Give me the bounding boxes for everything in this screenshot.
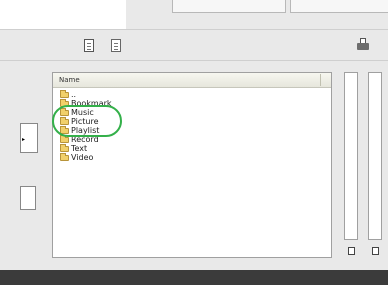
left-tab-2[interactable] bbox=[20, 186, 36, 210]
small-document-icon-shape bbox=[347, 247, 355, 255]
left-tab-1[interactable]: ▸ bbox=[20, 123, 38, 153]
folder-icon bbox=[60, 89, 69, 98]
document-icon[interactable] bbox=[82, 37, 96, 53]
printer-body bbox=[357, 43, 369, 50]
document-copy-icon-shape bbox=[111, 38, 121, 52]
right-column-2[interactable] bbox=[368, 72, 382, 240]
printer-icon[interactable] bbox=[356, 37, 370, 51]
file-list[interactable]: Name .. Bookmark Music Picture Playlist … bbox=[52, 72, 332, 258]
divider-top bbox=[0, 29, 388, 30]
list-item[interactable]: Video bbox=[60, 152, 331, 162]
printer-icon-shape bbox=[356, 37, 370, 51]
list-item-label: Text bbox=[71, 144, 88, 153]
list-header-name[interactable]: Name bbox=[53, 73, 331, 88]
divider-toolbar bbox=[0, 60, 388, 61]
top-left-panel bbox=[0, 0, 126, 29]
small-document-icon[interactable] bbox=[346, 246, 356, 256]
top-field-2[interactable] bbox=[290, 0, 388, 13]
list-item[interactable]: Text bbox=[60, 143, 331, 153]
document-copy-icon[interactable] bbox=[109, 37, 123, 53]
document-icon-shape bbox=[84, 38, 94, 52]
bottom-bar bbox=[0, 270, 388, 285]
small-document-icon[interactable] bbox=[370, 246, 380, 256]
right-column-1[interactable] bbox=[344, 72, 358, 240]
left-tab-1-arrow: ▸ bbox=[22, 136, 26, 143]
folder-icon bbox=[60, 152, 69, 161]
list-item[interactable]: .. bbox=[60, 89, 331, 99]
list-header-separator bbox=[320, 74, 321, 86]
music-highlight-circle bbox=[52, 105, 122, 137]
top-field-1[interactable] bbox=[172, 0, 286, 13]
list-header-label: Name bbox=[59, 76, 80, 84]
list-item-label: Video bbox=[71, 153, 94, 162]
list-item-label: .. bbox=[71, 90, 77, 99]
folder-icon bbox=[60, 134, 69, 143]
folder-icon bbox=[60, 143, 69, 152]
small-document-icon-shape bbox=[371, 247, 379, 255]
